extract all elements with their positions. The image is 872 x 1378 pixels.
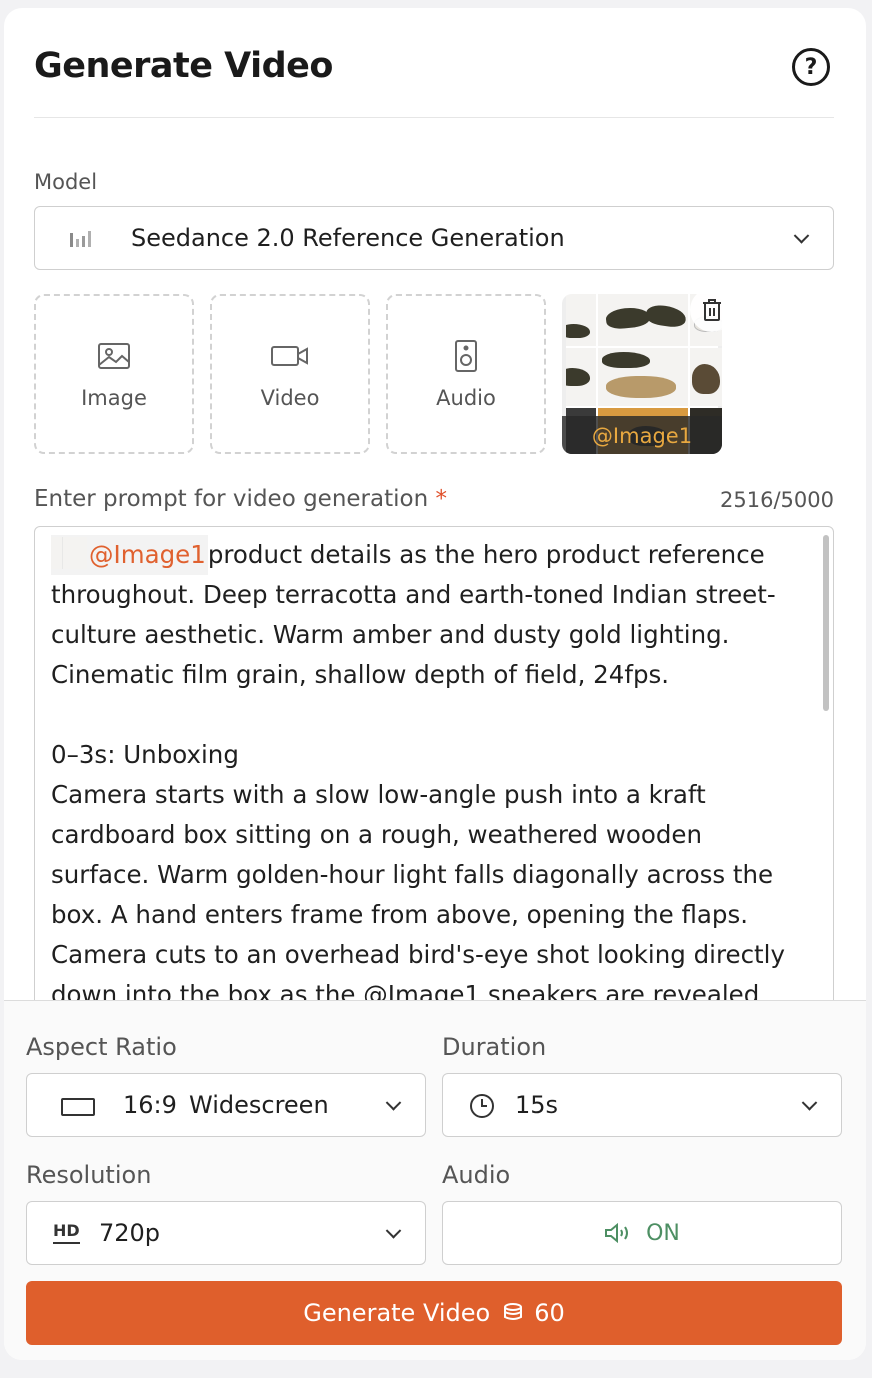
video-camera-icon xyxy=(270,340,310,372)
generate-cost: 60 xyxy=(534,1299,565,1327)
character-counter: 2516/5000 xyxy=(720,488,834,512)
audio-label: Audio xyxy=(442,1161,511,1189)
model-select-value: Seedance 2.0 Reference Generation xyxy=(131,224,565,252)
aspect-ratio-label: Aspect Ratio xyxy=(26,1033,177,1061)
generate-video-button[interactable]: Generate Video 60 xyxy=(26,1281,842,1345)
aspect-ratio-name: Widescreen xyxy=(189,1091,329,1119)
signal-bars-icon xyxy=(69,229,95,253)
image-icon xyxy=(97,340,131,372)
trash-icon[interactable] xyxy=(690,288,734,332)
resolution-label: Resolution xyxy=(26,1161,152,1189)
mention-text: @Image1 xyxy=(89,540,206,569)
model-select[interactable]: Seedance 2.0 Reference Generation xyxy=(34,206,834,270)
question-circle-icon[interactable]: ? xyxy=(792,48,830,86)
audio-toggle-button[interactable]: ON xyxy=(442,1201,842,1265)
generate-button-label: Generate Video xyxy=(303,1299,491,1327)
coins-icon xyxy=(502,1302,524,1324)
upload-audio-button[interactable]: Audio xyxy=(386,294,546,454)
upload-audio-label: Audio xyxy=(436,386,496,410)
upload-image-label: Image xyxy=(81,386,147,410)
panel-header: Generate Video ? xyxy=(34,8,834,118)
duration-select[interactable]: 15s xyxy=(442,1073,842,1137)
prompt-text: product details as the hero product refe… xyxy=(51,540,785,1006)
speaker-icon xyxy=(454,340,478,372)
prompt-content: @Image1product details as the hero produ… xyxy=(51,535,806,1006)
image-mention-chip[interactable]: @Image1 xyxy=(51,535,208,575)
generate-video-panel: Generate Video ? Model Seedance 2.0 Refe… xyxy=(4,8,866,1360)
resolution-select[interactable]: HD 720p xyxy=(26,1201,426,1265)
page-title: Generate Video xyxy=(34,46,333,86)
required-mark: * xyxy=(435,486,447,512)
prompt-label-text: Enter prompt for video generation xyxy=(34,486,429,512)
model-label: Model xyxy=(34,170,98,194)
prompt-scrollbar[interactable] xyxy=(823,535,829,711)
chevron-down-icon xyxy=(793,228,810,244)
upload-image-button[interactable]: Image xyxy=(34,294,194,454)
duration-label: Duration xyxy=(442,1033,547,1061)
settings-panel: Aspect Ratio Duration 16:9 Widescreen 15… xyxy=(4,1000,866,1360)
prompt-label: Enter prompt for video generation * xyxy=(34,486,447,512)
chevron-down-icon xyxy=(385,1223,402,1239)
audio-value: ON xyxy=(646,1220,680,1246)
hd-icon: HD xyxy=(53,1220,80,1244)
aspect-ratio-select[interactable]: 16:9 Widescreen xyxy=(26,1073,426,1137)
reference-image-tag: @Image1 xyxy=(562,416,722,454)
chevron-down-icon xyxy=(801,1095,818,1111)
aspect-ratio-value: 16:9 xyxy=(123,1091,177,1119)
duration-value: 15s xyxy=(515,1091,559,1119)
clock-icon xyxy=(469,1093,495,1123)
chevron-down-icon xyxy=(385,1095,402,1111)
resolution-value: 720p xyxy=(99,1219,161,1247)
upload-video-label: Video xyxy=(260,386,320,410)
mention-thumbnail xyxy=(51,537,87,569)
rectangle-icon xyxy=(61,1098,95,1120)
upload-video-button[interactable]: Video xyxy=(210,294,370,454)
speaker-wave-icon xyxy=(604,1222,632,1244)
prompt-textarea[interactable]: @Image1product details as the hero produ… xyxy=(34,526,834,1006)
